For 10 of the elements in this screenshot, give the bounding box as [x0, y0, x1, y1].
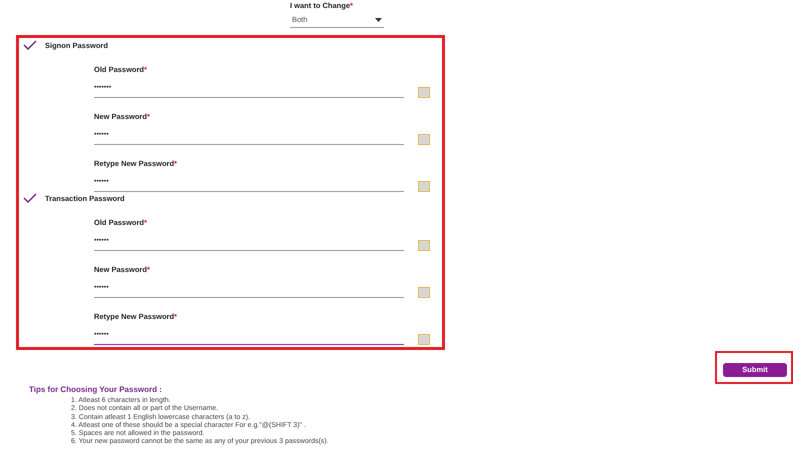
checkmark-icon[interactable]	[23, 40, 37, 50]
caret-icon	[375, 18, 382, 22]
keyboard-icon[interactable]	[418, 134, 430, 145]
keyboard-icon[interactable]	[418, 240, 430, 251]
keyboard-icon[interactable]	[418, 334, 430, 345]
keyboard-icon[interactable]	[418, 87, 430, 98]
checkmark-icon[interactable]	[23, 193, 37, 203]
keyboard-icon[interactable]	[418, 181, 430, 192]
keyboard-icon[interactable]	[418, 287, 430, 298]
tips-heading: Tips for Choosing Your Password :	[29, 385, 163, 395]
